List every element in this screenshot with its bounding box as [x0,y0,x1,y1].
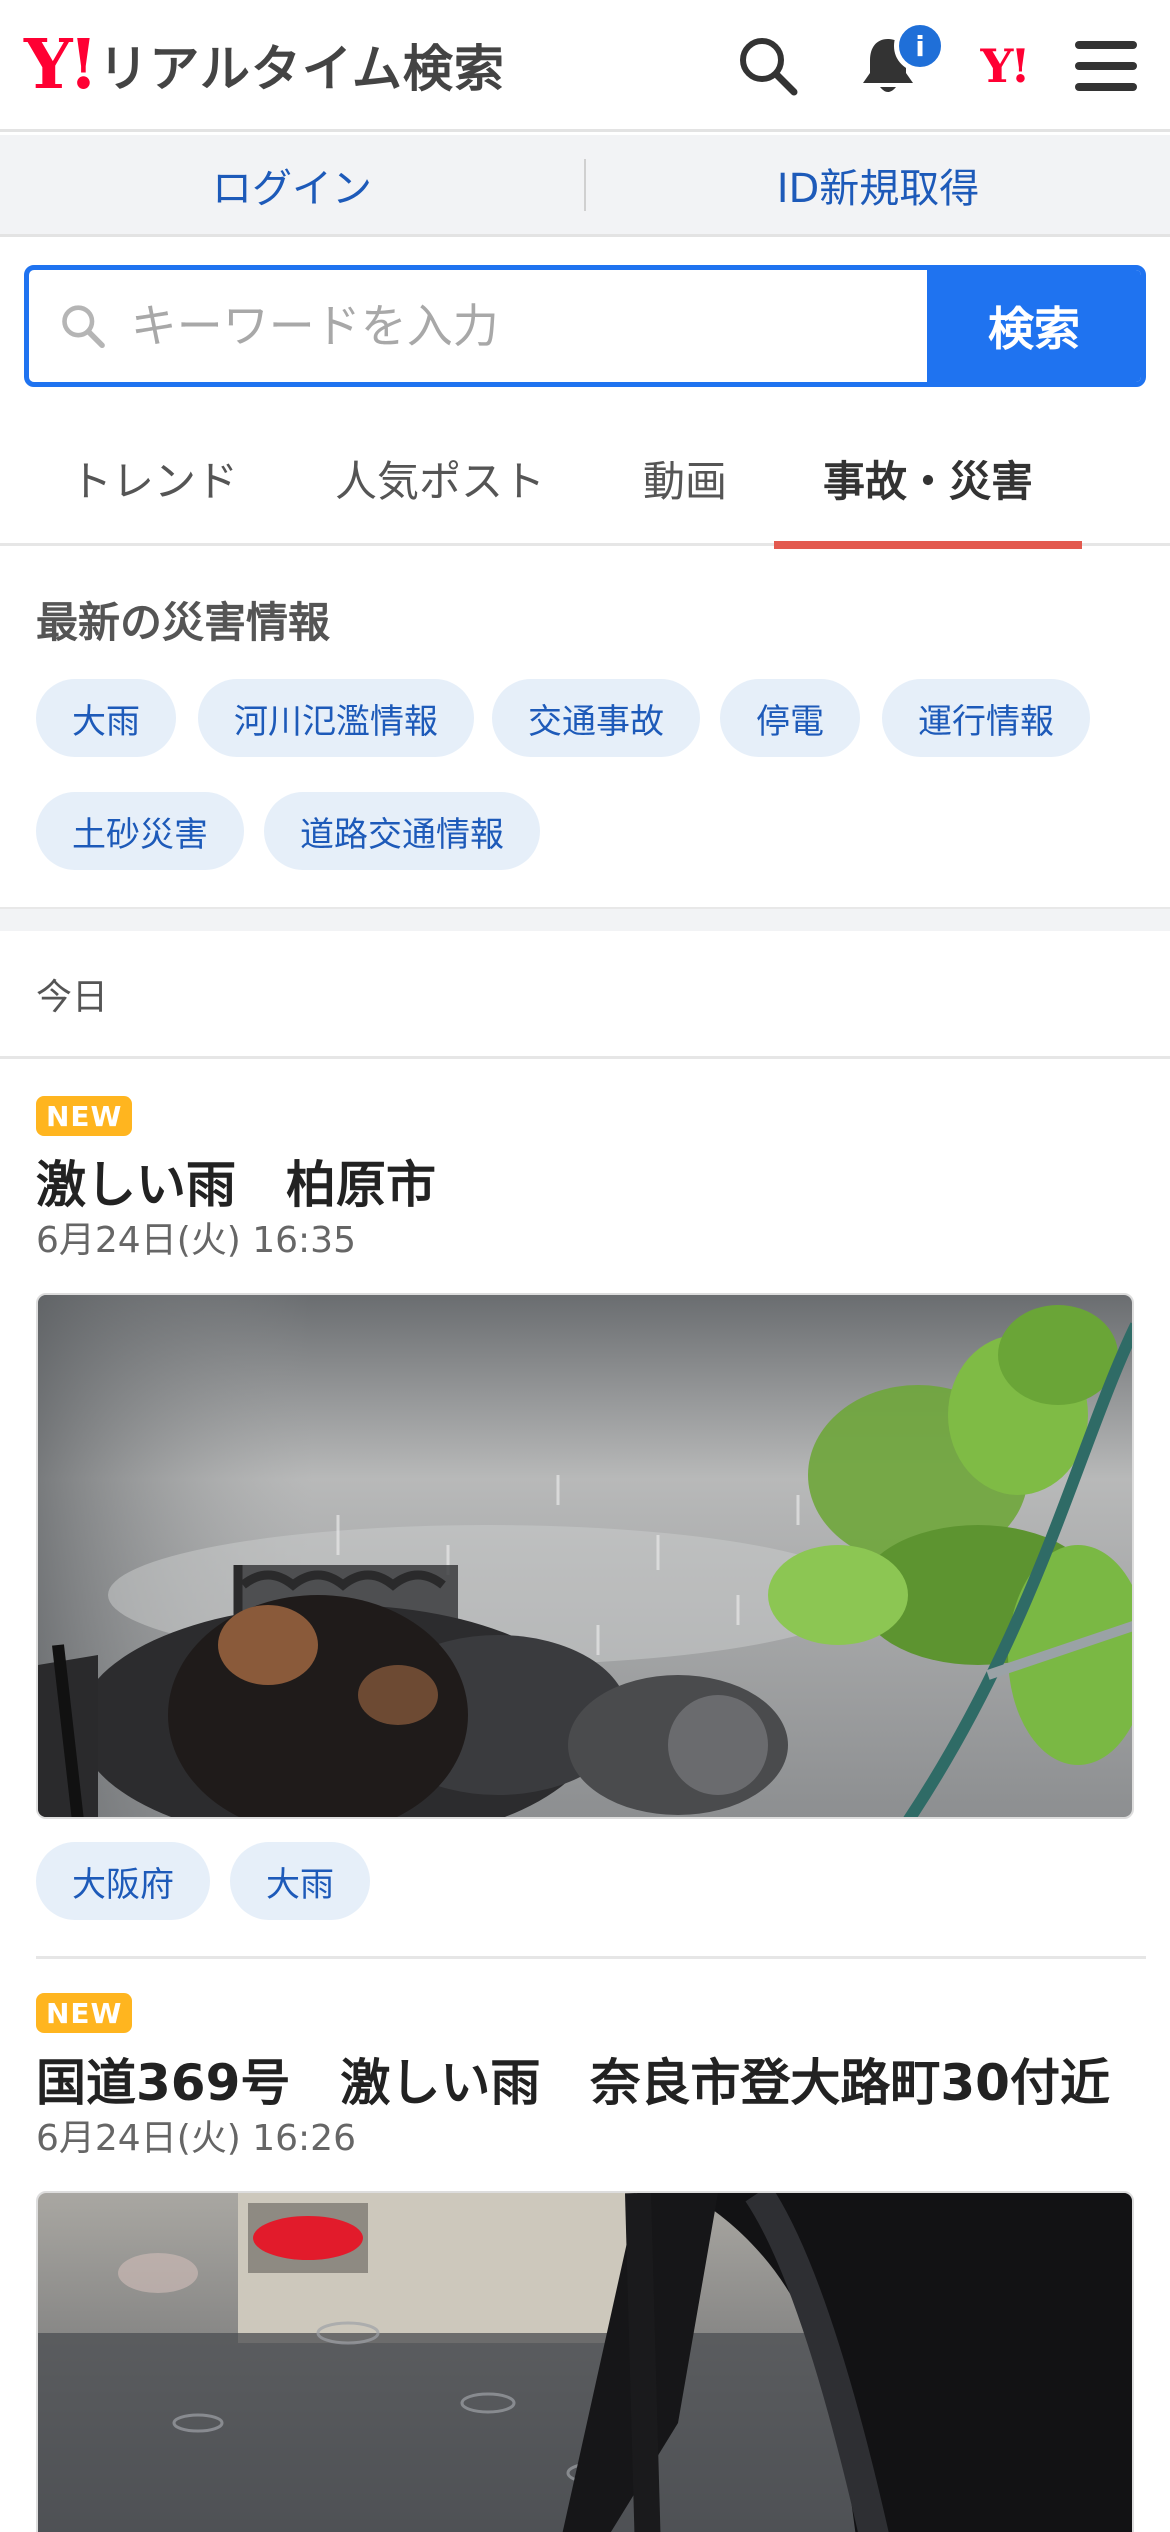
tag-osaka[interactable]: 大阪府 [36,1842,210,1920]
chip-service-info[interactable]: 運行情報 [882,679,1090,757]
search-icon[interactable] [726,24,810,108]
auth-bar: ログイン ID新規取得 [0,135,1170,237]
yahoo-realtime-logo[interactable]: Y! リアルタイム検索 [24,30,505,100]
tab-video[interactable]: 動画 [620,410,750,546]
tab-popular-posts[interactable]: 人気ポスト [318,410,562,546]
chip-power-outage[interactable]: 停電 [720,679,860,757]
section-title: 最新の災害情報 [36,598,331,647]
notification-bell-icon[interactable]: i [846,20,946,108]
post-title[interactable]: 国道369号 激しい雨 奈良市登大路町30付近 [36,2043,1110,2115]
chip-landslide[interactable]: 土砂災害 [36,792,244,870]
search-field-icon [62,305,105,349]
section-gap [0,907,1170,931]
logo-mark: Y! [24,25,98,105]
post-date: 6月24日(火) 16:35 [36,1220,356,1261]
chip-road-traffic[interactable]: 道路交通情報 [264,792,540,870]
hamburger-menu-icon[interactable] [1064,24,1148,108]
chip-traffic-accident[interactable]: 交通事故 [492,679,700,757]
day-label: 今日 [0,931,1170,1059]
post-item[interactable]: NEW 激しい雨 柏原市 6月24日(火) 16:35 大阪府 大雨 [0,1059,1170,1959]
notification-badge: i [894,20,946,72]
search-form: 検索 [24,265,1146,387]
tag-heavy-rain[interactable]: 大雨 [230,1842,370,1920]
post-date: 6月24日(火) 16:26 [36,2118,356,2159]
search-field[interactable] [29,270,927,382]
chip-heavy-rain[interactable]: 大雨 [36,679,176,757]
yahoo-home-icon[interactable]: Y! [962,24,1046,108]
chip-river-flood[interactable]: 河川氾濫情報 [198,679,474,757]
tab-trend[interactable]: トレンド [36,410,272,546]
category-tabs: トレンド 人気ポスト 動画 事故・災害 [0,410,1170,549]
register-link[interactable]: ID新規取得 [586,156,1170,214]
logo-text: リアルタイム検索 [98,40,505,98]
app-header: Y! リアルタイム検索 i Y! [0,0,1170,132]
disaster-info-section: 最新の災害情報 大雨 河川氾濫情報 交通事故 停電 運行情報 土砂災害 道路交通… [0,549,1170,907]
post-image[interactable] [36,2191,1134,2532]
yahoo-mini-logo: Y! [980,39,1030,93]
new-badge: NEW [36,1993,133,2033]
login-link[interactable]: ログイン [0,156,584,214]
post-image[interactable] [36,1293,1134,1819]
search-button[interactable]: 検索 [927,270,1141,382]
tab-accident-disaster[interactable]: 事故・災害 [774,410,1082,549]
search-input[interactable] [130,299,927,353]
post-item[interactable]: NEW 国道369号 激しい雨 奈良市登大路町30付近 6月24日(火) 16:… [0,1959,1170,2532]
new-badge: NEW [36,1096,133,1136]
post-title[interactable]: 激しい雨 柏原市 [36,1145,436,1217]
